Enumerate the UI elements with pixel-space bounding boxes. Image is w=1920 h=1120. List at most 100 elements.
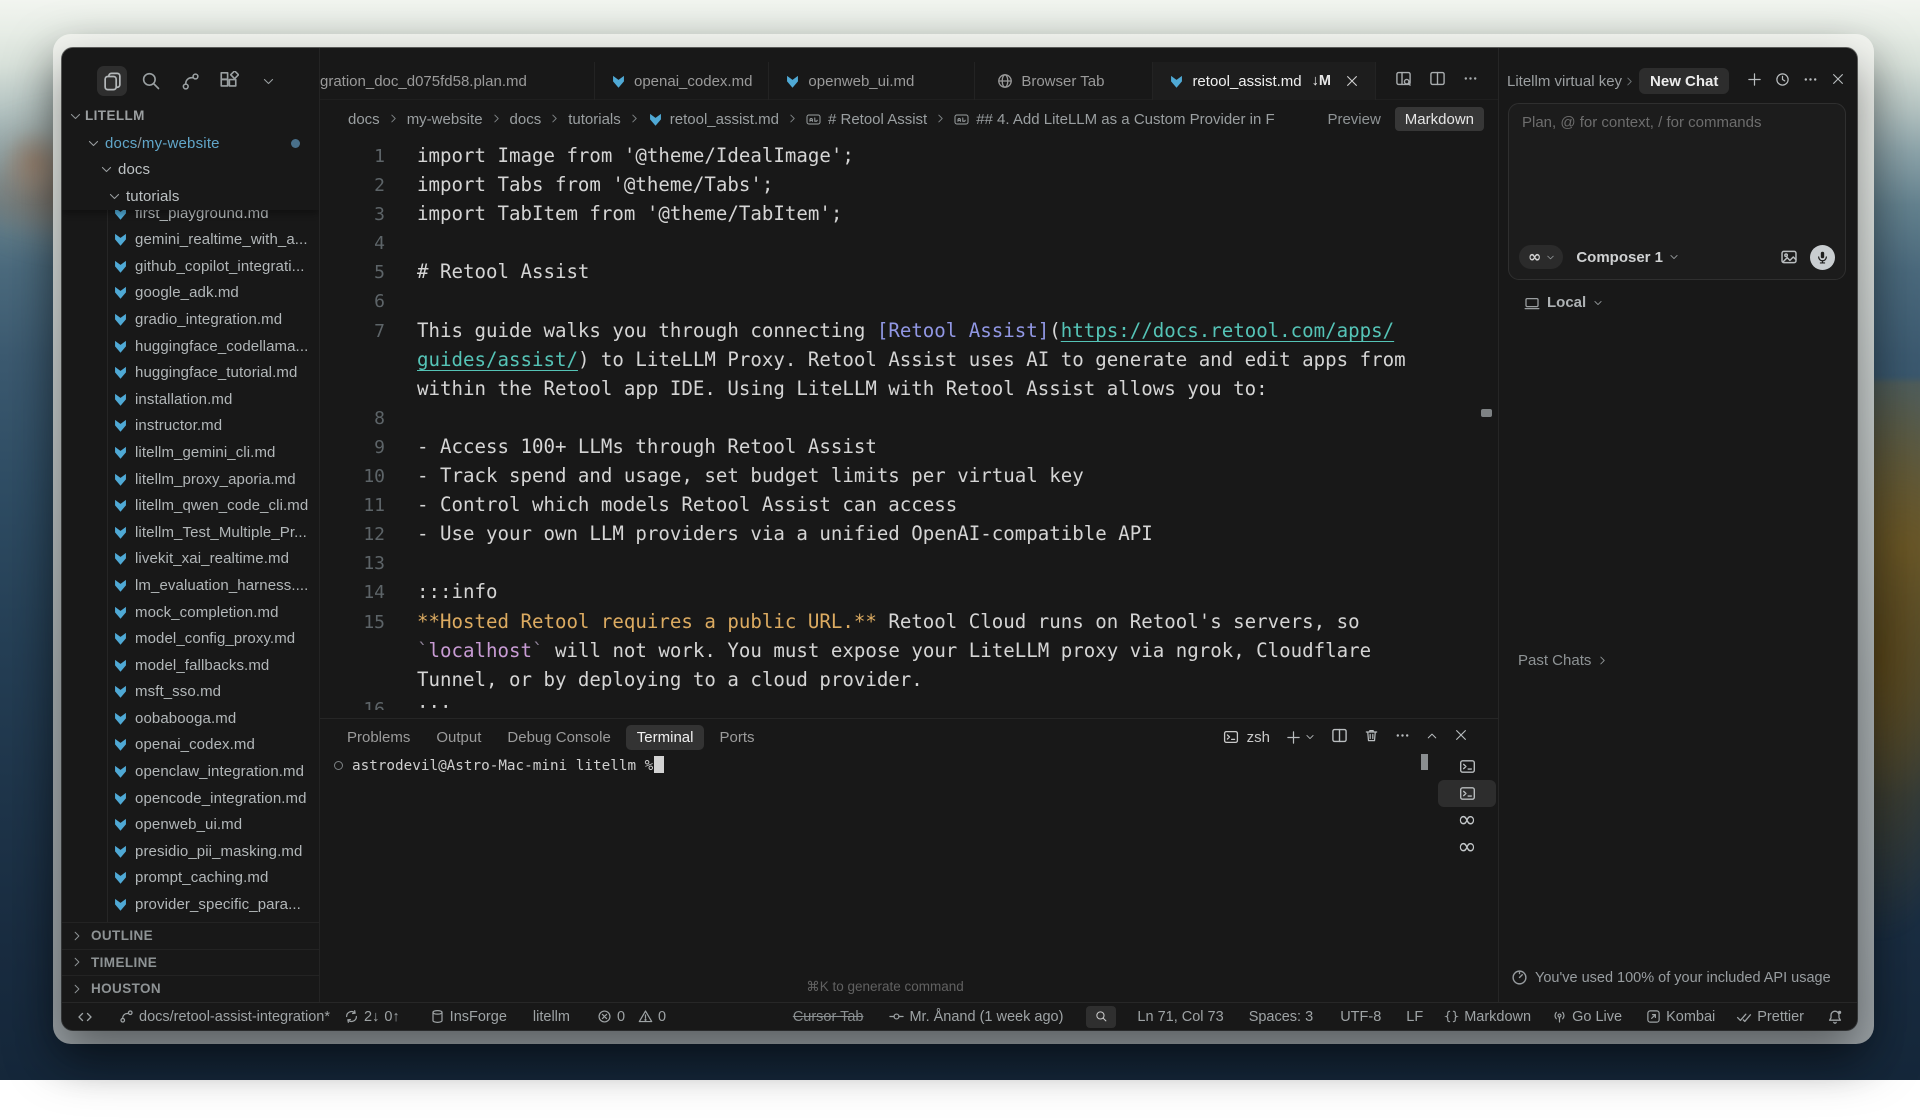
tree-file-row[interactable]: provider_specific_para...: [62, 891, 319, 918]
tab-problems[interactable]: Problems: [347, 725, 410, 750]
markdown-button[interactable]: Markdown: [1395, 107, 1484, 131]
tree-file-row[interactable]: gemini_realtime_with_a...: [62, 226, 319, 253]
tree-file-row[interactable]: litellm_proxy_aporia.md: [62, 466, 319, 493]
tree-file-row[interactable]: lm_evaluation_harness....: [62, 572, 319, 599]
tree-file-row[interactable]: mock_completion.md: [62, 599, 319, 626]
search-icon[interactable]: [136, 66, 166, 96]
git-blame-status[interactable]: Mr. Ånand (1 week ago): [889, 1009, 1063, 1025]
tree-file-row[interactable]: presidio_pii_masking.md: [62, 838, 319, 865]
git-branch-status[interactable]: docs/retool-assist-integration*: [119, 1009, 330, 1025]
tab-openweb-ui[interactable]: openweb_ui.md: [769, 62, 975, 100]
tab-plan-md[interactable]: gration_doc_d075fd58.plan.md: [320, 62, 595, 100]
tree-file-row[interactable]: gradio_integration.md: [62, 306, 319, 333]
activity-more-chevron-icon[interactable]: [253, 66, 283, 96]
notifications-bell-icon[interactable]: [1827, 1009, 1843, 1025]
tree-file-row[interactable]: github_copilot_integrati...: [62, 253, 319, 280]
explorer-icon[interactable]: [97, 66, 127, 96]
tree-file-row[interactable]: litellm_qwen_code_cli.md: [62, 492, 319, 519]
voice-input-button[interactable]: [1810, 245, 1835, 270]
indentation-status[interactable]: Spaces: 3: [1249, 1009, 1314, 1025]
close-icon[interactable]: [1345, 74, 1359, 88]
tree-file-row[interactable]: prompt_caching.md: [62, 865, 319, 892]
chevron-down-icon[interactable]: [69, 110, 82, 127]
remote-indicator[interactable]: [77, 1009, 93, 1025]
kill-terminal-icon[interactable]: [1364, 728, 1379, 747]
tree-file-row[interactable]: opencode_integration.md: [62, 785, 319, 812]
prettier-status[interactable]: Prettier: [1736, 1009, 1804, 1025]
encoding-status[interactable]: UTF-8: [1340, 1009, 1381, 1025]
past-chats-link[interactable]: Past Chats: [1518, 652, 1608, 669]
history-icon[interactable]: [1775, 72, 1790, 91]
new-terminal-button[interactable]: [1286, 730, 1315, 745]
tree-file-row[interactable]: openai_codex.md: [62, 732, 319, 759]
code-editor[interactable]: 1 import Image from '@theme/IdealImage';…: [320, 138, 1498, 710]
tree-file-row[interactable]: openclaw_integration.md: [62, 758, 319, 785]
sidebar-section-header[interactable]: OUTLINE: [62, 922, 319, 949]
tab-ports[interactable]: Ports: [719, 725, 754, 750]
cursor-position-status[interactable]: Ln 71, Col 73: [1137, 1009, 1223, 1025]
tree-file-row[interactable]: huggingface_codellama...: [62, 333, 319, 360]
attach-image-icon[interactable]: [1780, 248, 1798, 266]
terminal-scrollbar[interactable]: [1421, 754, 1428, 770]
screencast-zoom-button[interactable]: [1086, 1006, 1116, 1028]
terminal-task-infinity-2[interactable]: ∞: [1438, 834, 1496, 861]
git-sync-status[interactable]: 2↓ 0↑: [344, 1009, 400, 1025]
tree-file-row[interactable]: oobabooga.md: [62, 705, 319, 732]
tab-retool-assist[interactable]: retool_assist.md ↓M: [1153, 62, 1376, 100]
sidebar-section-header[interactable]: TIMELINE: [62, 949, 319, 976]
cursor-tab-status[interactable]: Cursor Tab: [793, 1009, 864, 1025]
split-editor-icon[interactable]: [1429, 70, 1446, 91]
close-chat-icon[interactable]: [1831, 72, 1845, 90]
language-mode-status[interactable]: Markdown: [1444, 1009, 1531, 1025]
litellm-status[interactable]: litellm: [533, 1009, 570, 1025]
more-actions-icon[interactable]: [1463, 71, 1478, 90]
breadcrumb-item[interactable]: # Retool Assist: [828, 111, 927, 128]
open-preview-side-icon[interactable]: [1395, 70, 1412, 91]
tree-folder-docs[interactable]: docs: [62, 157, 319, 184]
tree-file-row[interactable]: model_config_proxy.md: [62, 625, 319, 652]
maximize-panel-icon[interactable]: [1426, 729, 1438, 746]
agent-mode-pill[interactable]: ∞: [1519, 245, 1563, 269]
tree-file-row[interactable]: openweb_ui.md: [62, 811, 319, 838]
close-panel-icon[interactable]: [1454, 728, 1468, 746]
terminal-more-icon[interactable]: [1395, 728, 1410, 747]
tree-file-row[interactable]: litellm_Test_Multiple_Pr...: [62, 519, 319, 546]
terminal-body[interactable]: astrodevil@Astro-Mac-mini litellm % ⌘K t…: [320, 755, 1450, 1003]
tree-file-row[interactable]: google_adk.md: [62, 280, 319, 307]
tree-file-row[interactable]: installation.md: [62, 386, 319, 413]
eol-status[interactable]: LF: [1406, 1009, 1423, 1025]
breadcrumb-item[interactable]: my-website: [407, 111, 483, 128]
chat-input-box[interactable]: Plan, @ for context, / for commands ∞ Co…: [1508, 103, 1846, 280]
tree-file-row[interactable]: huggingface_tutorial.md: [62, 359, 319, 386]
tree-file-row[interactable]: instructor.md: [62, 413, 319, 440]
tree-file-row[interactable]: litellm_gemini_cli.md: [62, 439, 319, 466]
chat-tab-previous[interactable]: Litellm virtual key: [1507, 73, 1622, 90]
extensions-icon[interactable]: [214, 66, 244, 96]
terminal-task-infinity-1[interactable]: ∞: [1438, 807, 1496, 834]
tree-folder-my-website[interactable]: docs/my-website: [62, 130, 319, 157]
go-live-status[interactable]: Go Live: [1552, 1009, 1622, 1025]
terminal-instance-1[interactable]: [1438, 753, 1496, 780]
breadcrumb-item[interactable]: retool_assist.md: [670, 111, 779, 128]
tree-folder-tutorials[interactable]: tutorials: [62, 183, 319, 210]
new-chat-tab[interactable]: New Chat: [1639, 68, 1729, 94]
scrollbar-marker[interactable]: [1481, 409, 1492, 417]
local-selector[interactable]: Local: [1524, 294, 1603, 311]
explorer-root-label[interactable]: LITELLM: [85, 108, 145, 123]
kombai-status[interactable]: Kombai: [1646, 1009, 1715, 1025]
tree-file-row[interactable]: livekit_xai_realtime.md: [62, 546, 319, 573]
tree-file-row[interactable]: msft_sso.md: [62, 678, 319, 705]
composer-selector[interactable]: Composer 1: [1576, 249, 1679, 266]
sidebar-section-header[interactable]: HOUSTON: [62, 975, 319, 1002]
tab-output[interactable]: Output: [436, 725, 481, 750]
tab-debug-console[interactable]: Debug Console: [507, 725, 610, 750]
problems-status[interactable]: 00: [597, 1009, 666, 1025]
insforge-status[interactable]: InsForge: [430, 1009, 507, 1025]
split-terminal-icon[interactable]: [1331, 727, 1348, 748]
tab-browser-tab[interactable]: Browser Tab: [975, 62, 1153, 100]
chat-more-icon[interactable]: [1803, 72, 1818, 91]
source-control-icon[interactable]: [175, 66, 205, 96]
tree-file-row[interactable]: model_fallbacks.md: [62, 652, 319, 679]
breadcrumb-item[interactable]: ## 4. Add LiteLLM as a Custom Provider i…: [976, 111, 1274, 128]
tab-openai-codex[interactable]: openai_codex.md: [595, 62, 769, 100]
